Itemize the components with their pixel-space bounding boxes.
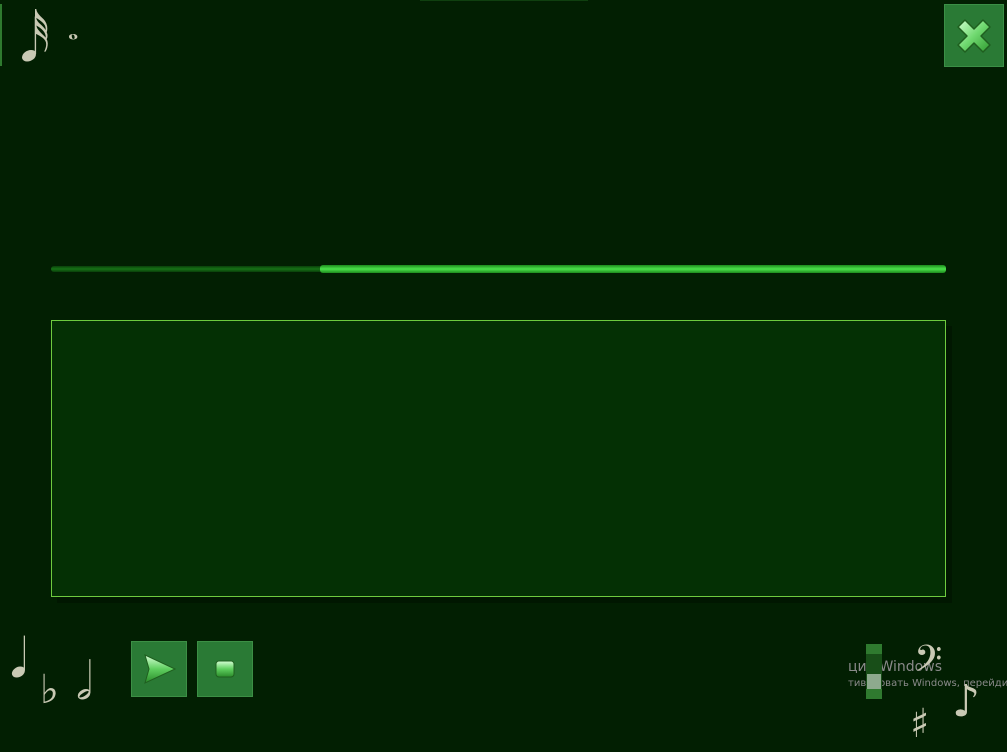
progress-fill: [319, 265, 946, 273]
scroll-up-arrow[interactable]: [866, 644, 882, 654]
flat-sign-icon: ♭: [40, 667, 59, 713]
quarter-note-icon: 𝅘𝅥: [10, 627, 28, 690]
half-note-icon: 𝅗𝅥: [76, 652, 93, 712]
stop-button[interactable]: [197, 641, 253, 697]
close-button[interactable]: [944, 4, 1004, 67]
whole-note-icon: 𝅝: [68, 16, 79, 46]
sixteenth-note-icon: 𝅘𝅥𝅰: [20, 7, 51, 75]
media-player-window: 𝅘𝅥𝅰 𝅝 𝅘𝅥 ♭ 𝅗𝅥 ция Windows тивировать Win…: [0, 0, 1007, 752]
close-x-icon: [957, 18, 991, 53]
play-icon: [144, 654, 177, 684]
bass-clef-icon: 𝄢: [914, 638, 943, 689]
stop-icon: [215, 660, 235, 678]
sharp-sign-icon: ♯: [910, 701, 930, 747]
scroll-down-arrow[interactable]: [866, 689, 882, 699]
left-edge-accent: [0, 4, 2, 66]
play-button[interactable]: [131, 641, 187, 697]
playback-progress-bar[interactable]: [51, 265, 946, 273]
top-divider: [420, 0, 588, 1]
eighth-note-icon: ♪: [952, 676, 981, 727]
content-panel: [51, 320, 946, 597]
volume-scrollbar[interactable]: [866, 644, 882, 699]
